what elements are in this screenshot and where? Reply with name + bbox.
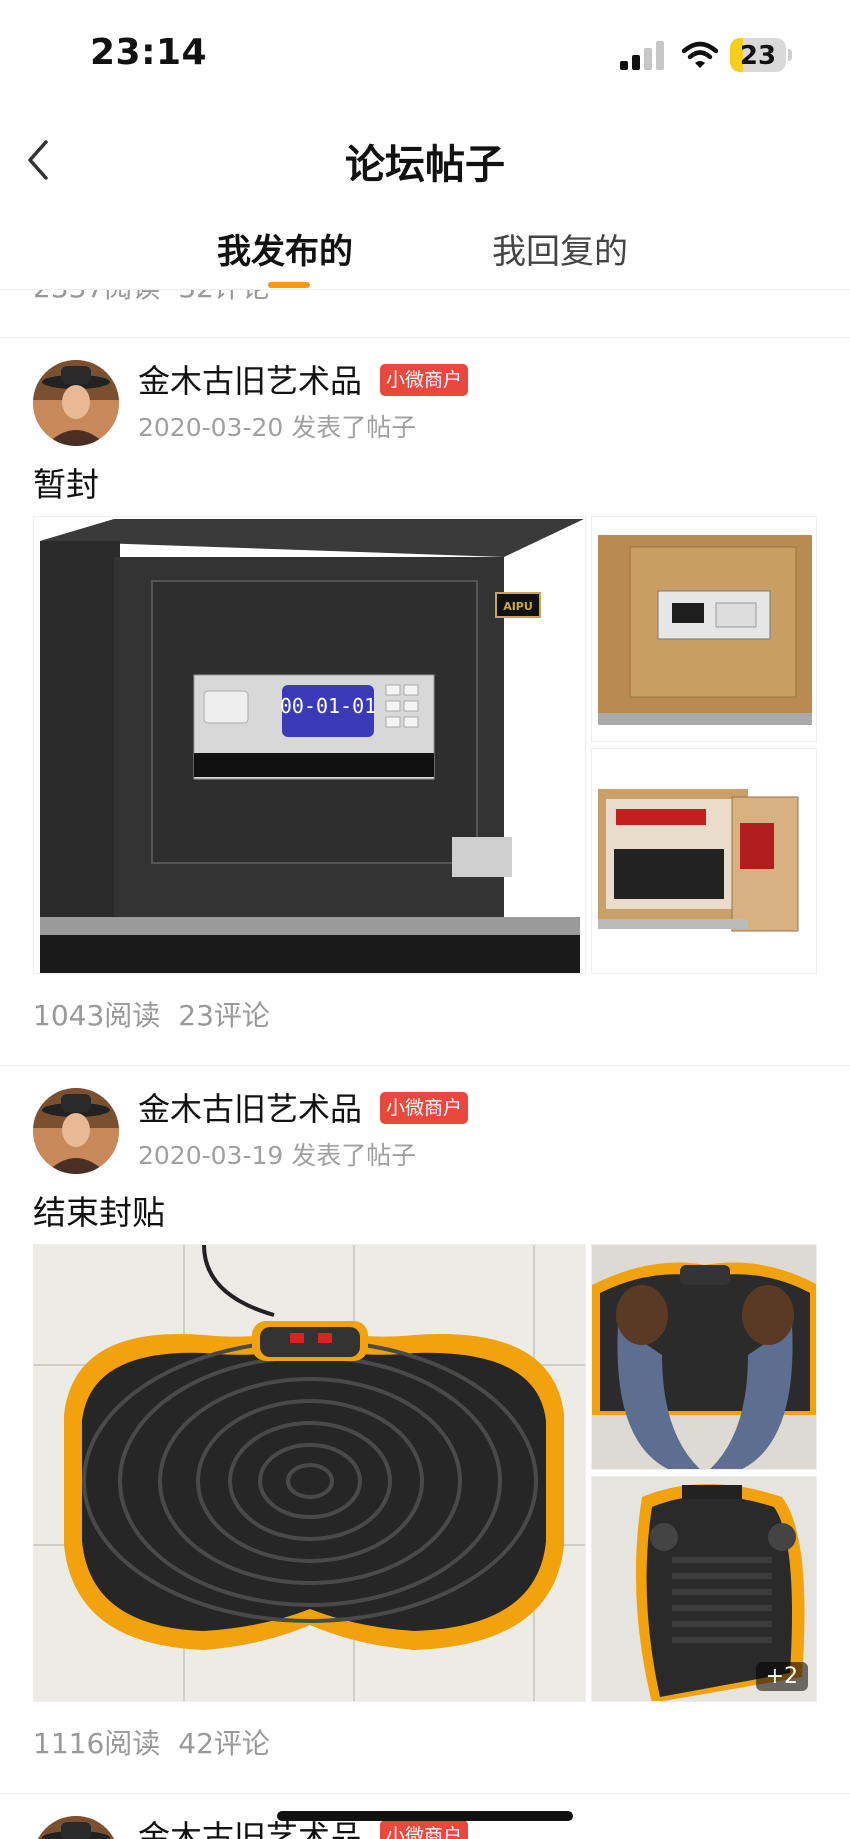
post-image-thumb[interactable] (591, 748, 817, 974)
status-bar: 23:14 23 (0, 0, 850, 110)
status-time: 23:14 (90, 32, 208, 73)
post-list[interactable]: 2337阅读 32评论 金木古旧艺术品 小微商户 2020-03-20 发表了帖子… (0, 290, 850, 1839)
wifi-icon (682, 41, 718, 68)
post-date: 2020-03-19 发表了帖子 (138, 1141, 417, 1170)
post-image-thumb[interactable] (591, 516, 817, 742)
read-count: 1116阅读 (33, 1727, 161, 1760)
cellular-signal-icon (620, 40, 666, 70)
read-count: 1043阅读 (33, 999, 161, 1032)
merchant-badge: 小微商户 (380, 1820, 469, 1839)
author-name[interactable]: 金木古旧艺术品 (138, 356, 362, 402)
merchant-badge: 小微商户 (380, 364, 469, 396)
post-title[interactable]: 暂封 (33, 458, 99, 506)
nav-bar: 论坛帖子 (0, 110, 850, 210)
post-image-thumb[interactable] (591, 1244, 817, 1470)
svg-text:AIPU: AIPU (503, 600, 533, 613)
post-title[interactable]: 结束封贴 (33, 1186, 165, 1234)
battery-icon: 23 (730, 38, 786, 72)
comment-count: 32评论 (178, 290, 270, 304)
avatar[interactable] (33, 1816, 119, 1839)
active-tab-indicator (268, 282, 310, 288)
post-stats: 1116阅读 42评论 (33, 1722, 270, 1762)
post-stats: 1043阅读 23评论 (33, 994, 270, 1034)
merchant-badge: 小微商户 (380, 1092, 469, 1124)
post-date: 2020-03-20 发表了帖子 (138, 413, 417, 442)
post-image-main[interactable] (33, 1244, 586, 1702)
tab-bar: 我发布的 我回复的 (0, 210, 850, 290)
tab-my-replies[interactable]: 我回复的 (492, 224, 628, 273)
home-indicator[interactable] (277, 1811, 573, 1821)
battery-level: 23 (739, 41, 777, 71)
comment-count: 42评论 (178, 1727, 270, 1760)
page-title: 论坛帖子 (345, 142, 505, 188)
svg-text:00-01-01: 00-01-01 (280, 694, 376, 718)
author-name[interactable]: 金木古旧艺术品 (138, 1084, 362, 1130)
previous-post-stats: 2337阅读 32评论 (33, 290, 270, 306)
tab-my-posts[interactable]: 我发布的 (217, 224, 353, 273)
avatar[interactable] (33, 360, 119, 446)
more-images-count[interactable]: +2 (755, 1662, 808, 1691)
avatar[interactable] (33, 1088, 119, 1174)
battery-tip (788, 49, 792, 61)
post-image-thumb[interactable]: +2 (591, 1476, 817, 1702)
post-card[interactable]: 金木古旧艺术品 小微商户 2020-03-19 发表了帖子 结束封贴 +2 11… (0, 1066, 850, 1763)
read-count: 2337阅读 (33, 290, 160, 304)
post-images: +2 (33, 1244, 817, 1702)
post-image-main[interactable]: 00-01-01 AIPU (33, 516, 586, 974)
post-card[interactable]: 金木古旧艺术品 小微商户 2020-03-20 发表了帖子 暂封 00-01-0… (0, 338, 850, 1035)
comment-count: 23评论 (178, 999, 270, 1032)
post-images: 00-01-01 AIPU (33, 516, 817, 974)
